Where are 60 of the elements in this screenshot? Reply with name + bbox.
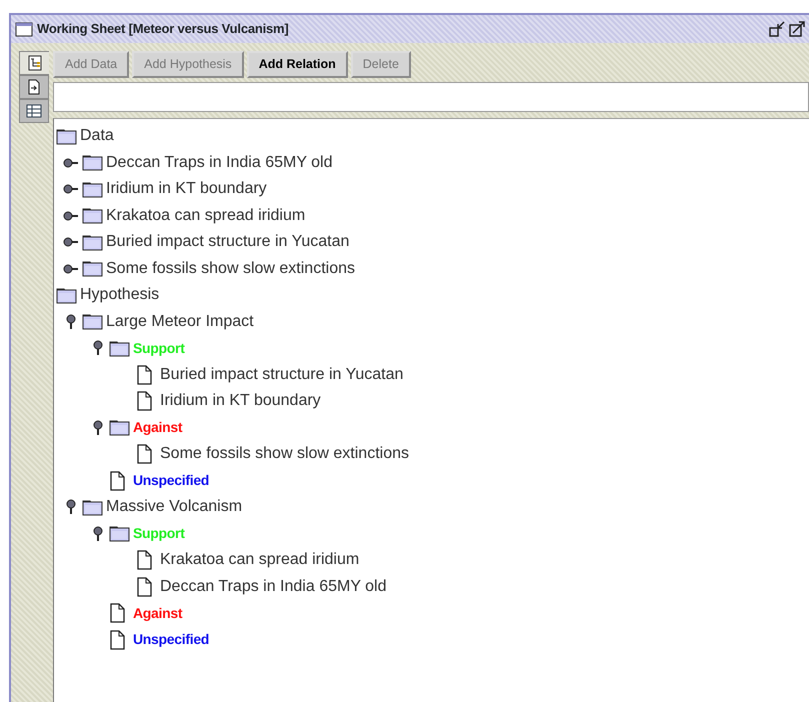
expand-handle-icon[interactable] (92, 420, 104, 436)
tree-node-label[interactable]: Against (133, 602, 182, 624)
tree-node-label[interactable]: Data (80, 124, 114, 148)
expand-handle-icon[interactable] (65, 499, 77, 516)
tree-node-label[interactable]: Deccan Traps in India 65MY old (106, 150, 332, 175)
folder-icon (82, 313, 103, 330)
expand-handle-icon[interactable] (92, 340, 104, 356)
tree-node-label[interactable]: Massive Volcanism (106, 495, 242, 520)
tree-node-label[interactable]: Deccan Traps in India 65MY old (160, 574, 386, 599)
expand-handle-icon[interactable] (65, 314, 77, 330)
folder-icon (56, 128, 77, 145)
tree-node-label[interactable]: Iridium in KT boundary (160, 389, 321, 414)
tree-node-label[interactable]: Unspecified (133, 470, 210, 492)
document-icon (109, 630, 126, 650)
folder-icon (82, 260, 103, 278)
folder-icon (109, 419, 130, 436)
tree-node-label[interactable]: Krakatoa can spread iridium (106, 204, 306, 228)
tree-node-label[interactable]: Against (133, 417, 182, 438)
tree-node-label[interactable]: Hypothesis (80, 283, 160, 308)
folder-icon (109, 525, 130, 542)
tree-node-label[interactable]: Some fossils show slow extinctions (106, 256, 355, 281)
tree-node-label[interactable]: Unspecified (133, 629, 210, 650)
document-link-icon (26, 79, 42, 95)
maximize-icon[interactable] (789, 21, 805, 37)
document-icon (136, 576, 153, 597)
folder-icon (82, 498, 103, 516)
tree-node-label[interactable]: Buried impact structure in Yucatan (160, 362, 404, 387)
folder-icon (82, 180, 103, 198)
document-icon (136, 444, 153, 464)
folder-icon (82, 154, 103, 172)
input-field[interactable] (53, 82, 809, 112)
tree-node-label[interactable]: Iridium in KT boundary (106, 177, 267, 202)
folder-icon (109, 340, 130, 357)
document-icon (136, 391, 153, 412)
folder-icon (82, 234, 103, 251)
folder-icon (56, 286, 77, 304)
collapse-handle-icon[interactable] (63, 156, 79, 169)
collapse-handle-icon[interactable] (63, 183, 79, 196)
window-title: Working Sheet [Meteor versus Vulcanism] (37, 20, 289, 38)
tree-node-label[interactable]: Some fossils show slow extinctions (160, 442, 409, 466)
expand-handle-icon[interactable] (92, 526, 104, 542)
document-icon (136, 364, 153, 385)
document-icon (109, 470, 126, 491)
collapse-handle-icon[interactable] (63, 236, 79, 248)
folder-icon (82, 207, 103, 224)
view-tab[interactable] (19, 99, 49, 123)
table-view-icon (26, 103, 42, 119)
minimize-icon[interactable] (769, 21, 785, 37)
document-icon (109, 603, 126, 624)
toolbar-button[interactable]: Add Relation (246, 51, 348, 78)
tree-node-label[interactable]: Buried impact structure in Yucatan (106, 230, 350, 254)
document-icon (136, 550, 153, 570)
tree-view-icon (26, 55, 42, 71)
collapse-handle-icon[interactable] (63, 210, 79, 222)
view-tab[interactable] (19, 51, 49, 75)
tree-node-label[interactable]: Large Meteor Impact (106, 310, 254, 334)
window-icon (15, 21, 33, 37)
collapse-handle-icon[interactable] (63, 262, 79, 275)
tree-node-label[interactable]: Krakatoa can spread iridium (160, 548, 360, 572)
view-tab[interactable] (19, 75, 49, 99)
